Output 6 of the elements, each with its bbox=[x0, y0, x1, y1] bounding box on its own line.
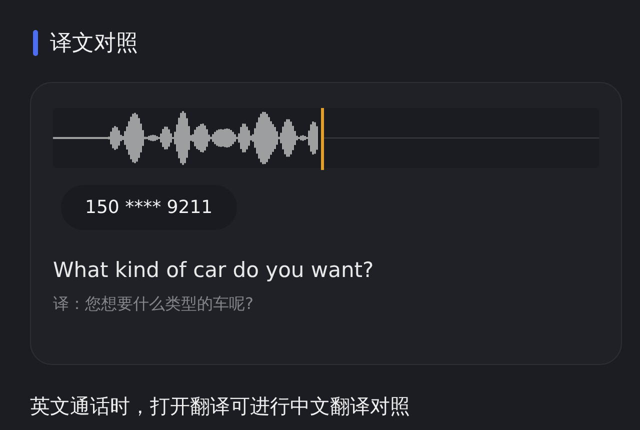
accent-bar bbox=[33, 30, 38, 56]
caller-number: 150 **** 9211 bbox=[61, 185, 237, 230]
hint-text: 英文通话时，打开翻译可进行中文翻译对照 bbox=[30, 393, 411, 420]
english-sentence: What kind of car do you want? bbox=[53, 258, 375, 282]
section-title: 译文对照 bbox=[50, 30, 138, 58]
chinese-translation: 译：您想要什么类型的车呢? bbox=[53, 294, 254, 315]
